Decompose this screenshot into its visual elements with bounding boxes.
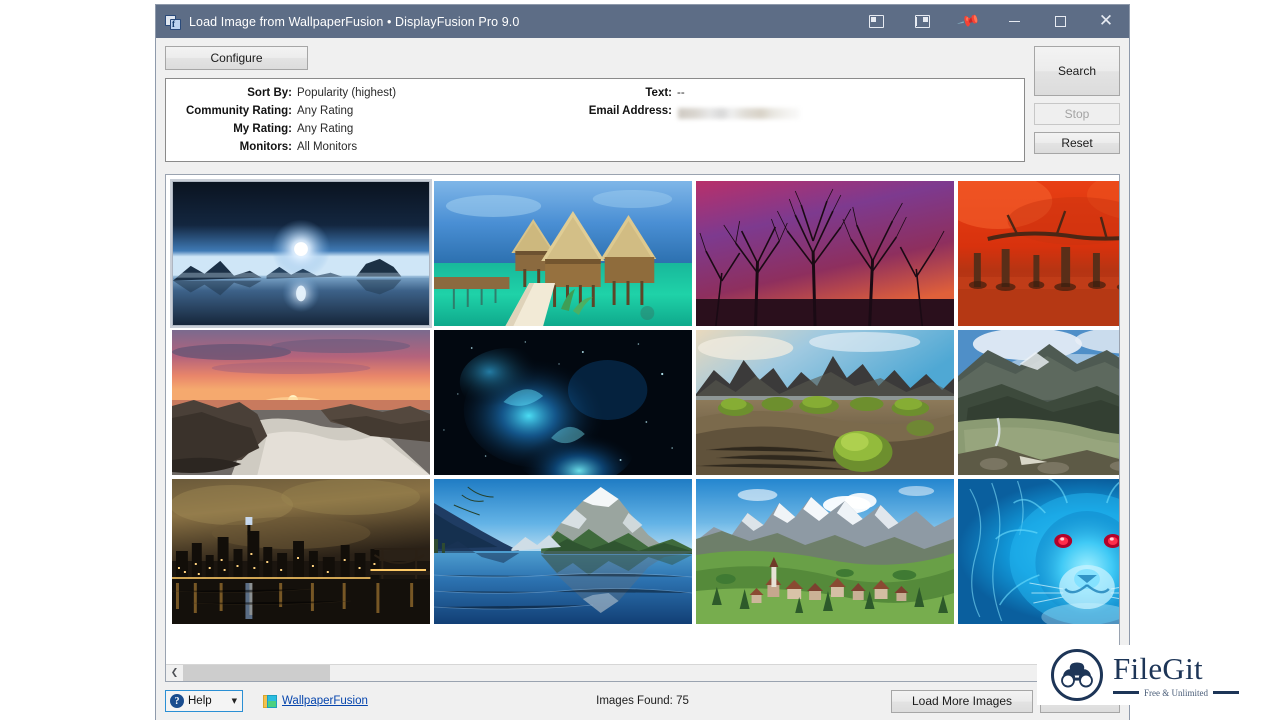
thumbnail-city-skyline-night[interactable]	[170, 477, 432, 626]
filter-row-email-address: Email Address:	[576, 105, 1024, 122]
question-mark-icon: ?	[170, 694, 184, 708]
filter-row-text: Text: --	[576, 87, 1024, 104]
minimize-icon[interactable]	[991, 5, 1037, 38]
thumbnail-tropical-overwater-bungalows[interactable]	[432, 179, 694, 328]
filter-column-left: Sort By: Popularity (highest) Community …	[166, 87, 576, 161]
thumbnail-green-glacier-lake[interactable]	[956, 328, 1119, 477]
thumbnail-desert-dunes-mountains[interactable]	[694, 328, 956, 477]
thumbnail-blue-nebula-space[interactable]	[432, 328, 694, 477]
window-title: Load Image from WallpaperFusion • Displa…	[189, 15, 519, 29]
displayfusion-icon: f	[165, 14, 181, 30]
window-titlebar: f Load Image from WallpaperFusion • Disp…	[156, 5, 1129, 38]
thumbnail-moonlit-arctic-lake[interactable]	[170, 179, 432, 328]
chevron-down-icon[interactable]: ▼	[232, 697, 237, 705]
close-icon[interactable]: ✕	[1083, 5, 1129, 38]
filegit-brand: FileGit	[1113, 653, 1239, 684]
search-actions: Search Stop Reset	[1034, 46, 1120, 162]
filter-value: Any Rating	[297, 123, 353, 135]
filter-value: Popularity (highest)	[297, 87, 396, 99]
reset-button[interactable]: Reset	[1034, 132, 1120, 154]
gallery-scroll-area	[166, 175, 1119, 664]
filter-row-community-rating: Community Rating: Any Rating	[166, 105, 576, 122]
filegit-tagline-text: Free & Unlimited	[1144, 688, 1208, 698]
filter-row-monitors: Monitors: All Monitors	[166, 141, 576, 158]
filegit-watermark: FileGit Free & Unlimited	[1037, 645, 1280, 705]
thumbnail-alpine-lake-reflection[interactable]	[432, 477, 694, 626]
maximize-icon[interactable]	[1037, 5, 1083, 38]
scrollbar-track[interactable]	[183, 665, 1119, 682]
help-button-label: Help	[188, 695, 228, 707]
thumbnail-blue-flame-lion[interactable]	[956, 477, 1119, 626]
filter-area: Configure Sort By: Popularity (highest) …	[156, 38, 1129, 162]
thumbnail-purple-sunset-bare-trees[interactable]	[694, 179, 956, 328]
thumbnail-grid	[170, 179, 1119, 626]
thumbnail-gallery: ❮	[165, 174, 1120, 682]
filter-value: --	[677, 87, 685, 99]
filter-value: All Monitors	[297, 141, 357, 153]
filter-column-right: Text: -- Email Address:	[576, 87, 1024, 161]
configure-button[interactable]: Configure	[165, 46, 308, 70]
binoculars-icon	[1051, 649, 1103, 701]
filter-summary-panel: Sort By: Popularity (highest) Community …	[165, 78, 1025, 162]
stop-button: Stop	[1034, 103, 1120, 125]
move-to-monitor-left-icon[interactable]	[853, 5, 899, 38]
thumbnail-autumn-red-forest[interactable]	[956, 179, 1119, 328]
move-to-monitor-right-icon[interactable]	[899, 5, 945, 38]
filter-row-sort-by: Sort By: Popularity (highest)	[166, 87, 576, 104]
wallpaperfusion-link-label[interactable]: WallpaperFusion	[282, 695, 368, 707]
thumbnail-alpine-village-meadow[interactable]	[694, 477, 956, 626]
desktop-background: f Load Image from WallpaperFusion • Disp…	[0, 0, 1280, 720]
wallpaperfusion-link[interactable]: WallpaperFusion	[263, 695, 368, 708]
load-image-window: f Load Image from WallpaperFusion • Disp…	[155, 4, 1130, 720]
search-button[interactable]: Search	[1034, 46, 1120, 96]
filter-label: My Rating:	[166, 123, 292, 135]
filter-label: Text:	[576, 87, 672, 99]
pin-icon[interactable]: 📌	[945, 5, 991, 38]
filter-row-my-rating: My Rating: Any Rating	[166, 123, 576, 140]
help-button[interactable]: ? Help ▼	[165, 690, 243, 712]
scrollbar-thumb[interactable]	[183, 665, 330, 682]
filter-value: Any Rating	[297, 105, 353, 117]
gallery-horizontal-scrollbar[interactable]: ❮	[166, 664, 1119, 681]
filter-label: Email Address:	[576, 105, 672, 117]
thumbnail-coastal-sunset-cliffs[interactable]	[170, 328, 432, 477]
wallpaperfusion-icon	[263, 695, 277, 708]
filter-label: Sort By:	[166, 87, 292, 99]
scroll-left-arrow-icon[interactable]: ❮	[166, 665, 183, 682]
images-found-count: 75	[676, 695, 689, 707]
redacted-email-value	[678, 108, 800, 119]
load-more-images-button[interactable]: Load More Images	[891, 690, 1033, 713]
filter-label: Monitors:	[166, 141, 292, 153]
filter-label: Community Rating:	[166, 105, 292, 117]
status-bar: ? Help ▼ WallpaperFusion Images Found: 7…	[156, 682, 1129, 720]
window-body: Configure Sort By: Popularity (highest) …	[156, 38, 1129, 720]
filegit-tagline: Free & Unlimited	[1113, 688, 1239, 698]
images-found-label: Images Found:	[596, 695, 673, 707]
